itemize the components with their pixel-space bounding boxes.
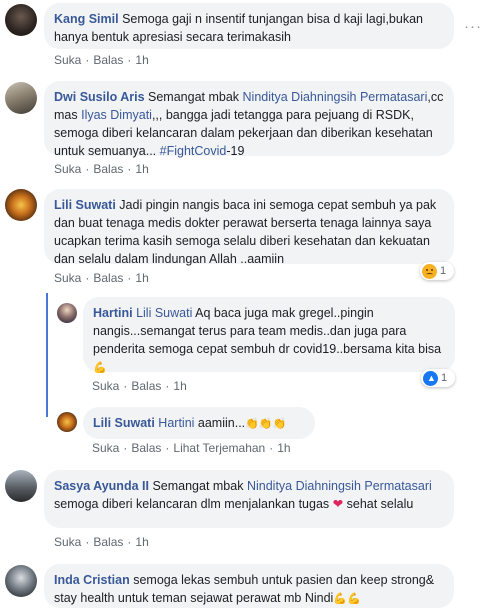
tagged-user[interactable]: Ninditya Diahningsih Permatasari xyxy=(247,479,432,493)
timestamp[interactable]: 1h xyxy=(135,535,148,549)
reaction-count-label: 1 xyxy=(441,372,448,384)
comment-text: sehat selalu xyxy=(346,497,414,511)
like-button[interactable]: Suka xyxy=(54,162,81,176)
commenter-name[interactable]: Lili Suwati xyxy=(93,416,155,430)
flexed-biceps-emoji: 💪 xyxy=(93,362,107,374)
reply-button[interactable]: Balas xyxy=(93,271,123,285)
like-button[interactable]: Suka xyxy=(92,379,119,393)
comment-actions: Suka · Balas · 1h xyxy=(54,535,149,549)
commenter-name[interactable]: Kang Simil xyxy=(54,12,119,26)
comment-actions: Suka · Balas · 1h xyxy=(54,271,149,285)
comment-bubble: Sasya Ayunda II Semangat mbak Ninditya D… xyxy=(44,470,454,528)
comment-text: Semangat mbak xyxy=(148,90,240,104)
reply-bubble: Lili Suwati Hartini aamiin...👏👏👏 xyxy=(83,407,315,439)
tagged-user[interactable]: Ninditya Diahningsih Permatasari xyxy=(243,90,428,104)
tagged-user[interactable]: Hartini xyxy=(158,416,194,430)
like-button[interactable]: Suka xyxy=(54,271,81,285)
reply-thread-line xyxy=(46,293,48,417)
timestamp[interactable]: 1h xyxy=(135,271,148,285)
like-button[interactable]: Suka xyxy=(54,535,81,549)
comment-bubble: Inda Cristian semoga lekas sembuh untuk … xyxy=(44,564,454,608)
commenter-name[interactable]: Inda Cristian xyxy=(54,573,130,587)
comment-actions: Suka · Balas · 1h xyxy=(54,53,149,67)
timestamp[interactable]: 1h xyxy=(135,162,148,176)
like-button[interactable]: Suka xyxy=(92,441,119,455)
reaction-count[interactable]: 1 xyxy=(420,262,454,280)
reply-button[interactable]: Balas xyxy=(93,162,123,176)
comment-bubble: Dwi Susilo Aris Semangat mbak Ninditya D… xyxy=(44,81,454,158)
comment-actions: Suka · Balas · 1h xyxy=(54,162,149,176)
avatar[interactable] xyxy=(5,565,37,597)
see-translation-link[interactable]: Lihat Terjemahan xyxy=(173,441,265,455)
comment-text: Semangat mbak xyxy=(152,479,244,493)
tagged-user[interactable]: Ilyas Dimyati xyxy=(81,108,152,122)
timestamp[interactable]: 1h xyxy=(135,53,148,67)
like-button[interactable]: Suka xyxy=(54,53,81,67)
reply-bubble: Hartini Lili Suwati Aq baca juga mak gre… xyxy=(83,297,455,374)
avatar[interactable] xyxy=(5,470,37,502)
reaction-count-label: 1 xyxy=(440,265,447,277)
hashtag-link[interactable]: #FightCovid xyxy=(160,144,227,158)
reply-button[interactable]: Balas xyxy=(93,535,123,549)
timestamp[interactable]: 1h xyxy=(173,379,186,393)
reply-button[interactable]: Balas xyxy=(93,53,123,67)
like-reaction-icon: ▲ xyxy=(423,370,438,386)
heart-emoji: ❤ xyxy=(332,497,344,511)
commenter-name[interactable]: Dwi Susilo Aris xyxy=(54,90,145,104)
comment-text: -19 xyxy=(226,144,245,158)
reaction-count[interactable]: ▲ 1 xyxy=(421,369,455,387)
comment-text: semoga diberi kelancaran dlm menjalankan… xyxy=(54,497,330,511)
tagged-user[interactable]: Lili Suwati xyxy=(136,306,192,320)
commenter-name[interactable]: Hartini xyxy=(93,306,133,320)
clapping-hands-emoji: 👏👏👏 xyxy=(245,418,287,430)
more-options-icon[interactable]: ··· xyxy=(464,18,482,35)
comment-actions: Suka · Balas · Lihat Terjemahan · 1h xyxy=(92,441,291,455)
sad-reaction-icon xyxy=(422,263,437,279)
comment-bubble: Kang Simil Semoga gaji n insentif tunjan… xyxy=(44,3,454,49)
avatar[interactable] xyxy=(5,189,37,221)
reply-button[interactable]: Balas xyxy=(131,379,161,393)
comment-bubble: Lili Suwati Jadi pingin nangis baca ini … xyxy=(44,189,454,266)
comment-text: aamiin... xyxy=(197,416,246,430)
reply-button[interactable]: Balas xyxy=(131,441,161,455)
avatar[interactable] xyxy=(5,4,37,36)
avatar[interactable] xyxy=(57,412,77,432)
commenter-name[interactable]: Lili Suwati xyxy=(54,198,116,212)
flexed-biceps-emoji: 💪💪 xyxy=(333,593,361,605)
commenter-name[interactable]: Sasya Ayunda II xyxy=(54,479,149,493)
avatar[interactable] xyxy=(5,82,37,114)
avatar[interactable] xyxy=(57,303,77,323)
timestamp[interactable]: 1h xyxy=(277,441,290,455)
comment-actions: Suka · Balas · 1h xyxy=(92,379,187,393)
